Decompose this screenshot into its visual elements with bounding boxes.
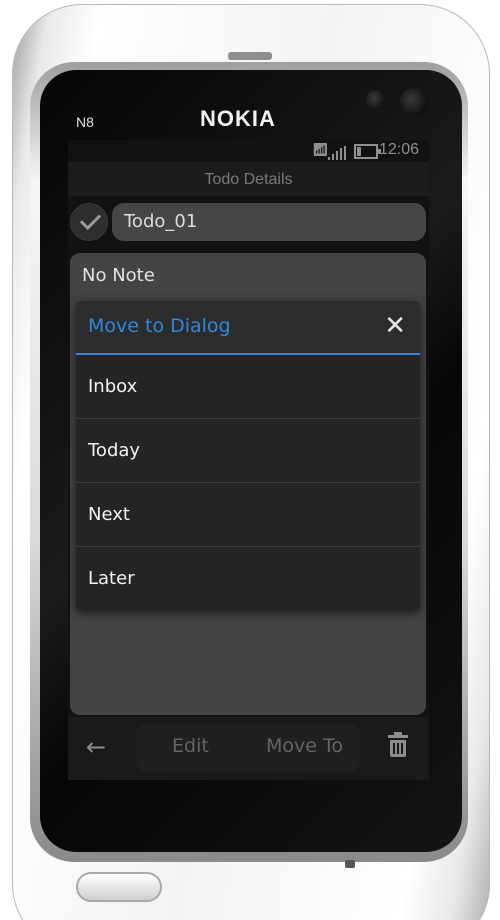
dialog-title: Move to Dialog <box>88 315 231 337</box>
dialog-option-inbox[interactable]: Inbox <box>76 355 420 419</box>
app-screen: 📶︎ 12:06 Todo Details Todo_01 No Note Mo… <box>68 140 429 780</box>
front-camera-icon <box>400 88 428 116</box>
move-to-dialog: Move to Dialog ✕ Inbox Today Next Later <box>76 301 420 611</box>
clock: 12:06 <box>379 141 420 158</box>
dialog-option-next[interactable]: Next <box>76 483 420 547</box>
trash-icon[interactable] <box>388 732 408 757</box>
speaker-grille <box>345 860 355 868</box>
dialog-header: Move to Dialog ✕ <box>76 301 420 355</box>
sensor-icon <box>366 90 386 110</box>
model-label: N8 <box>76 114 94 130</box>
note-text: No Note <box>82 265 155 286</box>
todo-name-field[interactable]: Todo_01 <box>112 203 426 241</box>
signal-bars-icon <box>328 146 350 160</box>
check-icon <box>79 208 102 231</box>
power-button <box>228 52 272 60</box>
page-title: Todo Details <box>68 162 429 196</box>
battery-icon <box>354 144 381 159</box>
dialog-option-today[interactable]: Today <box>76 419 420 483</box>
phone-device: N8 NOKIA 📶︎ 12:06 Todo Details Todo_01 N… <box>0 0 500 920</box>
bottom-toolbar: ← Edit Move To <box>68 717 429 780</box>
dialog-option-later[interactable]: Later <box>76 547 420 611</box>
move-to-button[interactable]: Move To <box>266 735 343 757</box>
edit-button[interactable]: Edit <box>172 735 209 757</box>
status-bar: 📶︎ 12:06 <box>68 140 429 162</box>
signal-icon: 📶︎ <box>312 143 329 158</box>
home-key[interactable] <box>76 872 162 902</box>
brand-logo: NOKIA <box>200 106 276 131</box>
back-arrow-icon[interactable]: ← <box>86 733 106 761</box>
close-icon[interactable]: ✕ <box>384 313 406 339</box>
complete-toggle-button[interactable] <box>70 203 108 241</box>
